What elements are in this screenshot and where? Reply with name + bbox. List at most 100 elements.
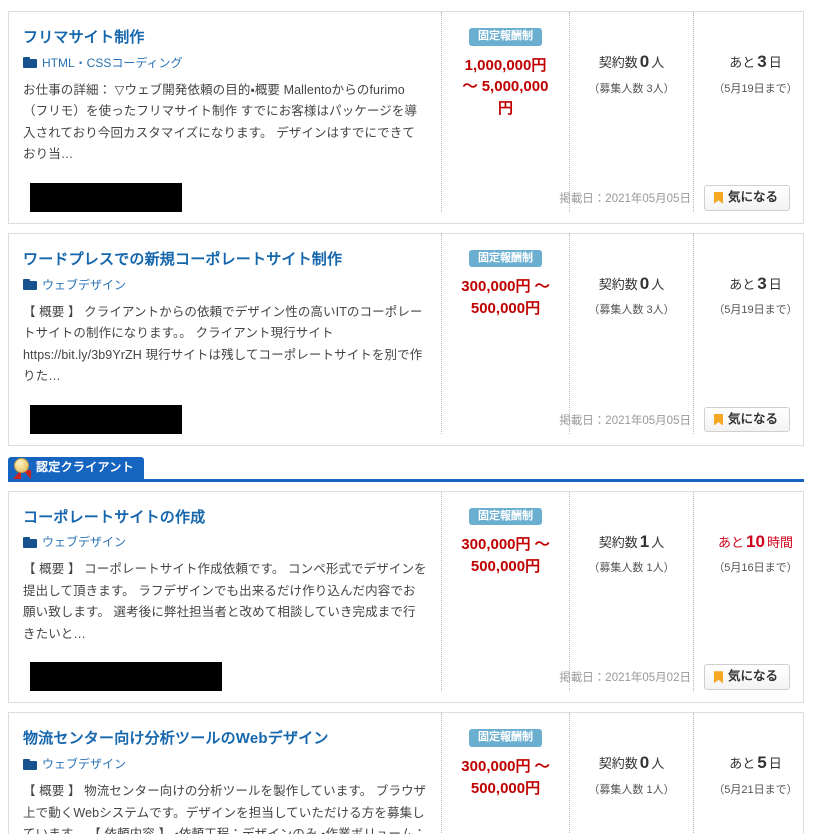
bookmark-icon [713,191,723,204]
job-card[interactable]: 物流センター向け分析ツールのWebデザインウェブデザイン【 概要 】 物流センタ… [8,712,804,834]
job-price-line-2: 500,000円 [470,300,541,318]
deadline-prefix: あと [729,276,756,292]
applicant-count: （募集人数 3人） [588,82,675,95]
job-card[interactable]: ワードプレスでの新規コーポレートサイト制作ウェブデザイン【 概要 】 クライアン… [8,232,804,446]
pay-type-badge: 固定報酬制 [469,249,542,268]
deadline-value: 3 [757,273,767,293]
deadline-date: （5月19日まで） [713,304,798,317]
deadline-unit: 日 [768,55,782,70]
job-contract-column: 契約数 1 人 （募集人数 1人） [569,491,693,692]
deadline-line: あと 10 時間 [718,531,793,552]
contract-count-line: 契約数 0 人 [598,753,665,773]
deadline-date: （5月21日まで） [713,783,798,796]
contract-label: 契約数 [598,534,638,550]
job-category-label[interactable]: ウェブデザイン [42,279,126,291]
deadline-line: あと 3 日 [729,273,782,294]
deadline-prefix: あと [718,534,745,550]
job-card[interactable]: フリマサイト制作 HTML・CSSコーディングお仕事の詳細： ▽ウェブ開発依頼の目… [8,11,804,224]
contract-label: 契約数 [598,756,638,772]
job-deadline-column: あと 10 時間 （5月16日まで） [693,491,814,692]
job-main-column: フリマサイト制作 HTML・CSSコーディングお仕事の詳細： ▽ウェブ開発依頼の目… [9,12,441,212]
job-category-label[interactable]: ウェブデザイン [42,758,126,770]
job-main-column: ワードプレスでの新規コーポレートサイト制作ウェブデザイン【 概要 】 クライアン… [9,234,441,434]
job-price-line-1: 300,000円 ～ [461,536,550,554]
deadline-prefix: あと [729,756,756,772]
deadline-value: 3 [757,52,767,71]
job-price-column: 固定報酬制 1,000,000円 ～ 5,000,000 円 [441,12,569,212]
job-price-line-2: 500,000円 [470,557,541,575]
job-card-footer: 掲載日：2021年05月02日 気になる [9,663,803,702]
contract-count-value: 0 [639,52,650,71]
job-price-line-1: 300,000円 ～ [461,278,550,296]
job-card-body: 物流センター向け分析ツールのWebデザインウェブデザイン【 概要 】 物流センタ… [9,713,803,834]
deadline-unit: 日 [768,276,782,292]
certified-client-tab: 認定クライアント [8,456,144,479]
job-main-column: 物流センター向け分析ツールのWebデザインウェブデザイン【 概要 】 物流センタ… [9,713,441,834]
job-title-link[interactable]: ワードプレスでの新規コーポレートサイト制作 [23,251,427,270]
contract-count-value: 0 [639,753,650,773]
job-card[interactable]: コーポレートサイトの作成 ウェブデザイン【 概要 】 コーポレートサイト作成依頼で… [8,490,804,704]
job-deadline-column: あと 3 日 （5月19日まで） [693,12,814,212]
folder-icon [23,57,37,69]
job-category-row: HTML・CSSコーディング [23,57,427,69]
applicant-count: （募集人数 1人） [588,783,675,796]
job-listing-feed: フリマサイト制作 HTML・CSSコーディングお仕事の詳細： ▽ウェブ開発依頼の目… [0,11,814,834]
folder-icon [23,536,37,548]
job-main-column: コーポレートサイトの作成 ウェブデザイン【 概要 】 コーポレートサイト作成依頼で… [9,492,441,692]
job-price-line-2: ～ 5,000,000 [462,78,549,96]
watch-button[interactable]: 気になる [703,664,790,691]
contract-count-line: 契約数 1 人 [598,531,665,552]
job-price-line-2: 500,000円 [470,779,541,797]
folder-icon [23,758,37,770]
contract-count-line: 契約数 0 人 [599,274,665,294]
job-description: 【 概要 】 クライアントからの依頼でデザイン性の高いITのコーポレートサイトの… [23,304,423,384]
applicant-count: （募集人数 3人） [588,304,675,317]
watch-button-label: 気になる [727,189,778,204]
job-description: お仕事の詳細： ▽ウェブ開発依頼の目的・概要 Mallentoからのfurimo… [23,82,418,162]
job-title-link[interactable]: フリマサイト制作 [23,29,427,48]
contract-label: 契約数 [598,55,638,70]
deadline-unit: 日 [768,756,782,772]
job-card-body: ワードプレスでの新規コーポレートサイト制作ウェブデザイン【 概要 】 クライアン… [9,233,803,434]
contract-count-value: 1 [639,531,650,551]
medal-icon [12,457,32,479]
job-price: 300,000円 ～ 500,000円 [461,276,549,320]
deadline-unit: 時間 [766,534,793,550]
job-category-label[interactable]: HTML・CSSコーディング [42,57,183,69]
job-card-footer: 掲載日：2021年05月05日 気になる [9,406,803,445]
contract-unit: 人 [651,756,665,772]
contract-count-line: 契約数 0 人 [598,52,665,72]
job-title-link[interactable]: 物流センター向け分析ツールのWebデザイン [23,730,427,749]
certified-client-label: 認定クライアント [36,460,134,474]
deadline-value: 5 [757,753,767,773]
pay-type-badge: 固定報酬制 [469,729,542,747]
job-card-body: コーポレートサイトの作成 ウェブデザイン【 概要 】 コーポレートサイト作成依頼で… [9,491,803,692]
pay-type-badge: 固定報酬制 [469,28,542,46]
folder-icon [23,279,37,290]
contract-unit: 人 [651,55,665,70]
job-price-line-3: 円 [497,100,513,118]
posted-date: 掲載日：2021年05月05日 [559,414,691,427]
deadline-value: 10 [746,531,765,551]
job-title-link[interactable]: コーポレートサイトの作成 [23,509,427,528]
deadline-date: （5月16日まで） [713,562,798,575]
job-price-line-1: 300,000円 ～ [461,757,550,775]
job-contract-column: 契約数 0 人 （募集人数 1人） [569,713,693,834]
job-price: 1,000,000円 ～ 5,000,000 円 [463,55,549,120]
job-card-footer: 掲載日：2021年05月05日 気になる [9,184,803,223]
job-category-row: ウェブデザイン [23,279,427,291]
job-category-label[interactable]: ウェブデザイン [42,536,126,548]
watch-button[interactable]: 気になる [703,184,790,211]
job-description: 【 概要 】 物流センター向けの分析ツールを製作しています。 ブラウザ上で動くW… [23,784,427,834]
watch-button-label: 気になる [727,669,778,684]
job-deadline-column: あと 3 日 （5月19日まで） [693,233,814,434]
posted-date: 掲載日：2021年05月05日 [559,192,691,205]
job-price-column: 固定報酬制 300,000円 ～ 500,000円 [441,233,569,434]
watch-button[interactable]: 気になる [703,406,790,433]
watch-button-label: 気になる [727,411,778,426]
job-price: 300,000円 ～ 500,000円 [461,534,549,578]
bookmark-icon [713,671,723,684]
job-price-line-1: 1,000,000円 [464,56,547,74]
job-contract-column: 契約数 0 人 （募集人数 3人） [569,233,693,434]
pay-type-badge: 固定報酬制 [469,507,542,526]
